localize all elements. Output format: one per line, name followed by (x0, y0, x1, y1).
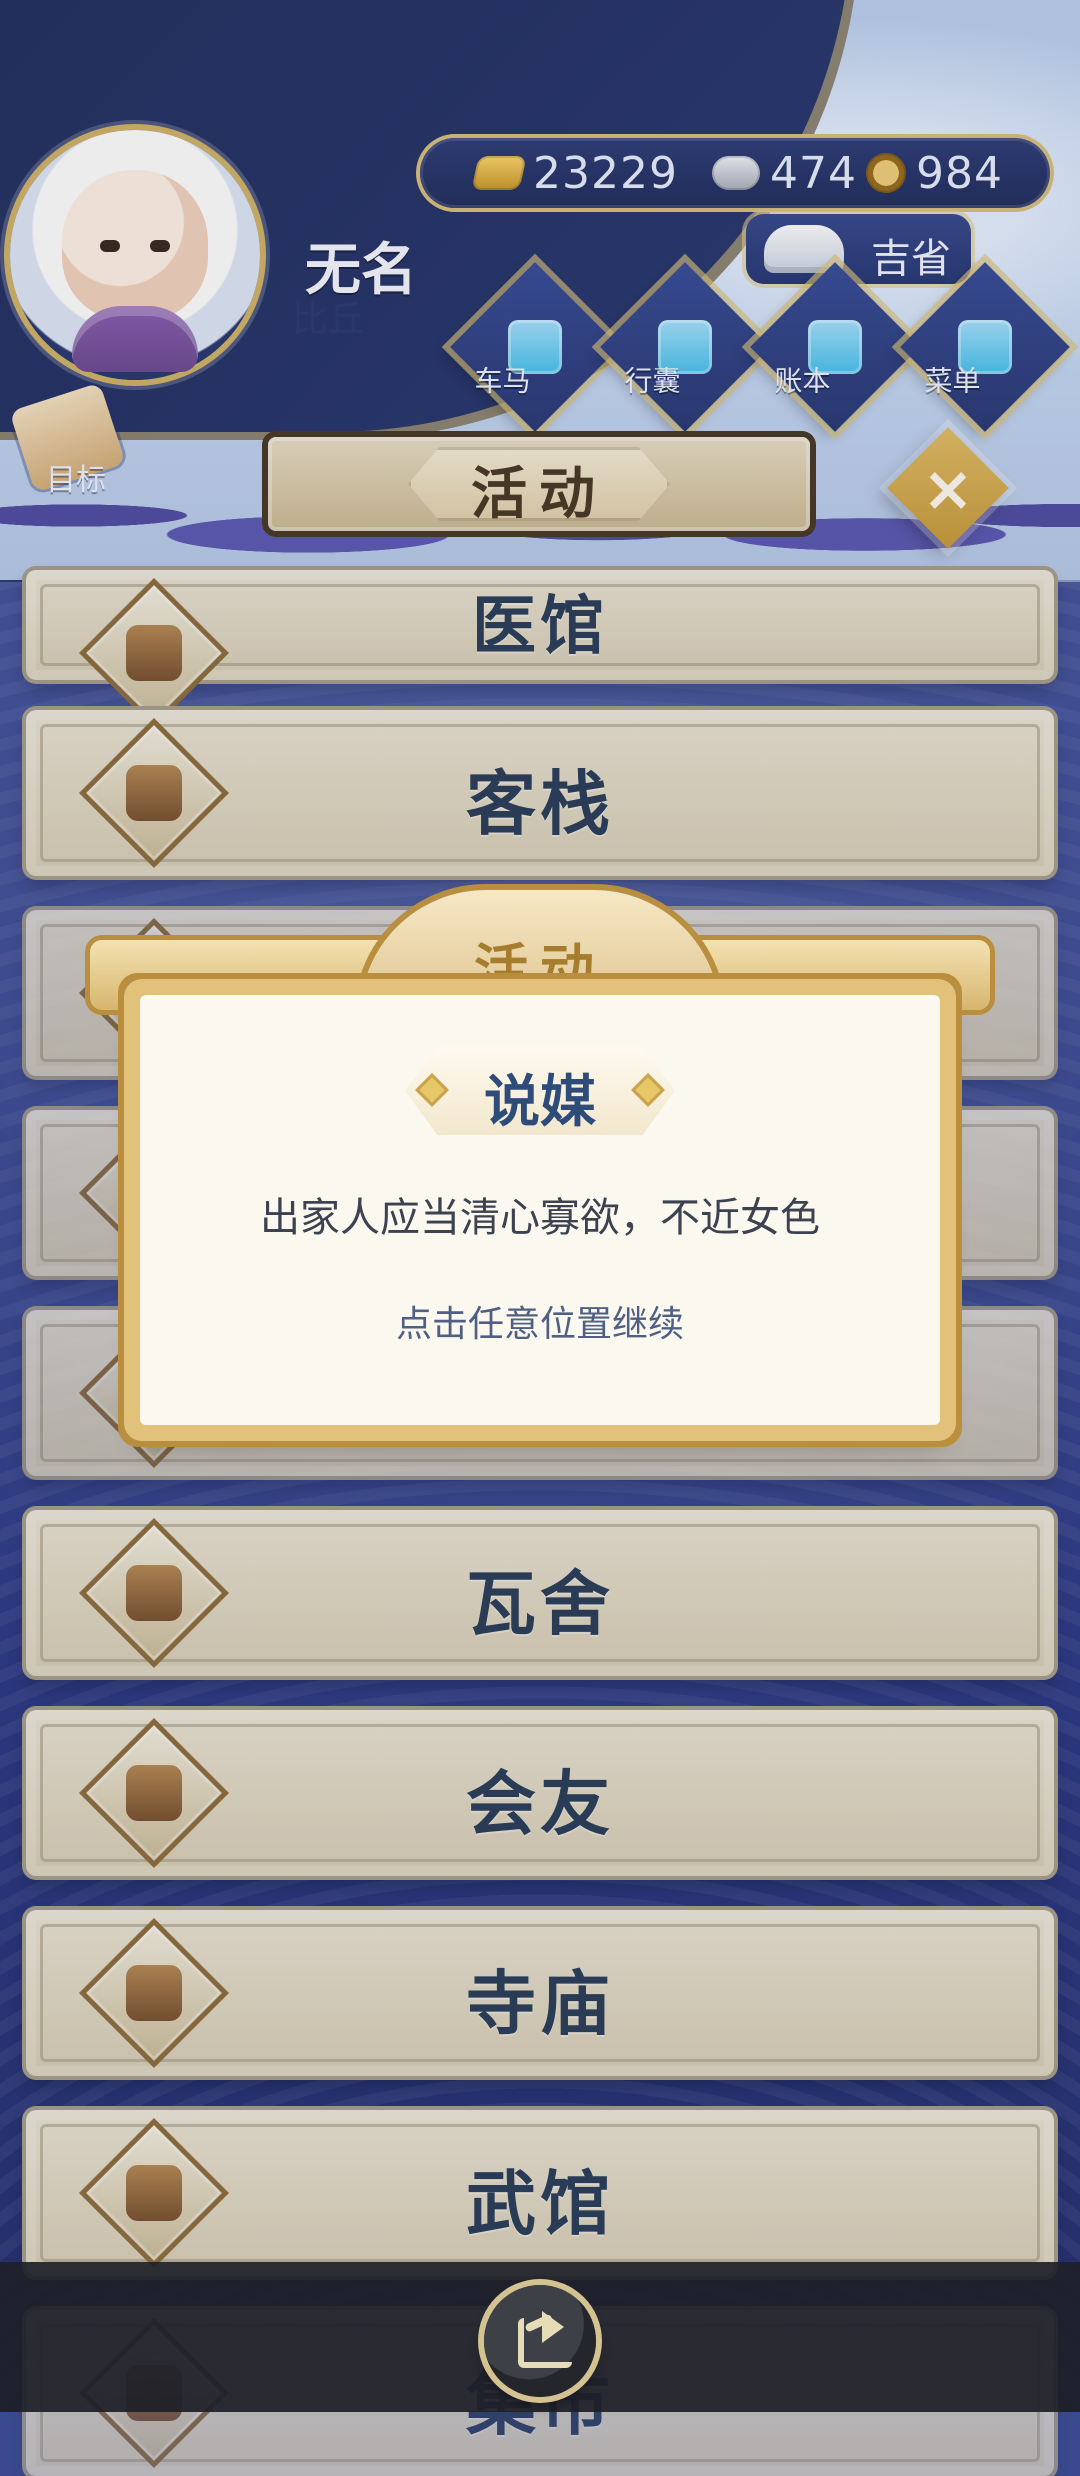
modal-body[interactable]: 说媒 出家人应当清心寡欲，不近女色 点击任意位置继续 (140, 995, 940, 1425)
activity-modal[interactable]: 活动 说媒 出家人应当清心寡欲，不近女色 点击任意位置继续 (90, 890, 990, 1450)
share-button[interactable] (484, 2285, 596, 2397)
modal-title-badge: 说媒 (405, 1047, 675, 1135)
share-arrow-icon (542, 2311, 564, 2343)
modal-message: 出家人应当清心寡欲，不近女色 (260, 1195, 820, 1241)
modal-continue-hint: 点击任意位置继续 (395, 1304, 684, 1345)
modal-header: 活动 (474, 938, 606, 1001)
modal-title: 说媒 (484, 1070, 596, 1135)
